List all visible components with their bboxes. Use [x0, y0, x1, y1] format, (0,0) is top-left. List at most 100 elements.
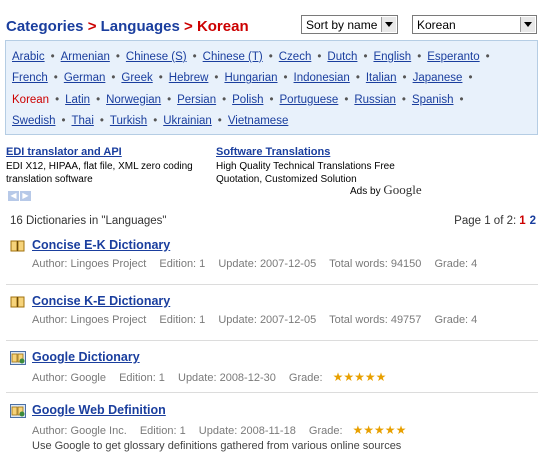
language-link-german[interactable]: German [64, 72, 106, 84]
grade: Grade: [288, 372, 323, 384]
breadcrumb-languages[interactable]: Languages [101, 18, 180, 35]
bullet-separator: • [50, 51, 55, 63]
language-link-french[interactable]: French [12, 72, 48, 84]
dictionary-entry: Concise E-K Dictionary Author: Lingoes P… [10, 238, 538, 278]
bullet-separator: • [344, 93, 349, 106]
dictionary-entry: Concise K-E Dictionary Author: Lingoes P… [10, 294, 538, 334]
google-logo: Google [383, 182, 422, 197]
update-date: Update: 2008-12-30 [178, 372, 276, 384]
total-words: Total words: 49757 [329, 314, 422, 326]
prev-arrow-icon[interactable]: ◀ [8, 191, 19, 201]
dictionary-description: Use Google to get glossary definitions g… [32, 440, 402, 452]
author: Author: Lingoes Project [32, 258, 147, 270]
star-rating: ★★★★★ [352, 423, 407, 437]
ad-text: EDI X12, HIPAA, flat file, XML zero codi… [6, 161, 193, 185]
dropdown-arrow-icon[interactable] [381, 17, 396, 32]
language-link-czech[interactable]: Czech [279, 51, 312, 63]
pagination: Page 1 of 2: 1 2 [454, 215, 536, 227]
language-link-hungarian[interactable]: Hungarian [224, 72, 277, 84]
language-link-greek[interactable]: Greek [121, 72, 152, 84]
language-link-esperanto[interactable]: Esperanto [427, 51, 479, 63]
ads-by-label: Ads by [350, 186, 381, 197]
bullet-separator: • [217, 114, 222, 127]
language-select[interactable]: Korean [412, 15, 537, 34]
language-link-italian[interactable]: Italian [366, 72, 397, 84]
bullet-separator: • [55, 93, 60, 106]
language-link-arabic[interactable]: Arabic [12, 51, 45, 63]
bullet-separator: • [459, 93, 464, 106]
grade: Grade: 4 [434, 258, 478, 270]
bullet-separator: • [111, 72, 116, 85]
dictionary-meta: Author: Google Inc. Edition: 1 Update: 2… [32, 423, 416, 437]
dictionary-title-link[interactable]: Concise K-E Dictionary [32, 294, 170, 308]
page-1-current: 1 [519, 215, 526, 227]
bullet-separator: • [96, 93, 101, 106]
bullet-separator: • [222, 93, 227, 106]
bullet-separator: • [363, 51, 368, 63]
dictionary-entry: Google Web Definition Author: Google Inc… [10, 403, 538, 455]
language-link-chinese-t[interactable]: Chinese (T) [203, 51, 263, 63]
divider [6, 284, 538, 285]
divider [6, 392, 538, 393]
language-link-russian[interactable]: Russian [354, 94, 396, 106]
language-link-dutch[interactable]: Dutch [327, 51, 357, 63]
dictionary-title-link[interactable]: Google Web Definition [32, 403, 166, 417]
update-date: Update: 2007-12-05 [218, 258, 317, 270]
dropdown-arrow-icon[interactable] [520, 17, 535, 32]
dictionary-count: 16 Dictionaries in "Languages" [10, 215, 167, 227]
next-arrow-icon[interactable]: ▶ [20, 191, 31, 201]
language-link-swedish[interactable]: Swedish [12, 115, 55, 127]
language-link-ukrainian[interactable]: Ukrainian [163, 115, 212, 127]
language-link-turkish[interactable]: Turkish [110, 115, 147, 127]
grade: Grade: 4 [434, 314, 478, 326]
language-link-japanese[interactable]: Japanese [413, 72, 463, 84]
language-link-polish[interactable]: Polish [232, 94, 263, 106]
language-link-thai[interactable]: Thai [72, 115, 94, 127]
language-link-english[interactable]: English [373, 51, 411, 63]
author: Author: Lingoes Project [32, 314, 147, 326]
language-link-chinese-s[interactable]: Chinese (S) [126, 51, 187, 63]
page-2-link[interactable]: 2 [530, 215, 536, 227]
bullet-separator: • [268, 51, 273, 63]
page-indicator: Page 1 of 2: [454, 215, 517, 227]
total-words: Total words: 94150 [329, 258, 422, 270]
ad-title-link[interactable]: Software Translations [216, 146, 436, 159]
book-icon [10, 296, 25, 308]
ads-by-google[interactable]: Ads by Google [350, 182, 422, 198]
language-link-norwegian[interactable]: Norwegian [106, 94, 161, 106]
breadcrumb: Categories > Languages > Korean [6, 18, 249, 35]
dictionary-meta: Author: Lingoes Project Edition: 1 Updat… [32, 258, 487, 270]
bullet-separator: • [153, 114, 158, 127]
bullet-separator: • [61, 114, 66, 127]
language-link-vietnamese[interactable]: Vietnamese [228, 115, 289, 127]
language-link-armenian[interactable]: Armenian [61, 51, 110, 63]
bullet-separator: • [468, 72, 473, 85]
star-rating: ★★★★★ [332, 370, 387, 384]
edition: Edition: 1 [159, 258, 206, 270]
dictionary-title-link[interactable]: Concise E-K Dictionary [32, 238, 170, 252]
language-link-spanish[interactable]: Spanish [412, 94, 454, 106]
bullet-separator: • [417, 51, 422, 63]
language-link-hebrew[interactable]: Hebrew [169, 72, 209, 84]
bullet-separator: • [401, 93, 406, 106]
language-link-indonesian[interactable]: Indonesian [294, 72, 350, 84]
sort-select[interactable]: Sort by name [301, 15, 398, 34]
bullet-separator: • [355, 72, 360, 85]
breadcrumb-categories[interactable]: Categories [6, 18, 84, 35]
author: Author: Google Inc. [32, 425, 127, 437]
bullet-separator: • [283, 72, 288, 85]
bullet-separator: • [269, 93, 274, 106]
bullet-separator: • [115, 51, 120, 63]
ad-title-link[interactable]: EDI translator and API [6, 146, 196, 159]
online-dictionary-icon [10, 404, 26, 418]
bullet-separator: • [485, 51, 490, 63]
bullet-separator: • [99, 114, 104, 127]
language-link-persian[interactable]: Persian [177, 94, 216, 106]
language-list: Arabic • Armenian • Chinese (S) • Chinese (T) •… [5, 40, 538, 135]
book-icon [10, 240, 25, 252]
dictionary-title-link[interactable]: Google Dictionary [32, 350, 140, 364]
language-link-latin[interactable]: Latin [65, 94, 90, 106]
language-link-portuguese[interactable]: Portuguese [280, 94, 339, 106]
author: Author: Google [32, 372, 106, 384]
bullet-separator: • [317, 51, 322, 63]
